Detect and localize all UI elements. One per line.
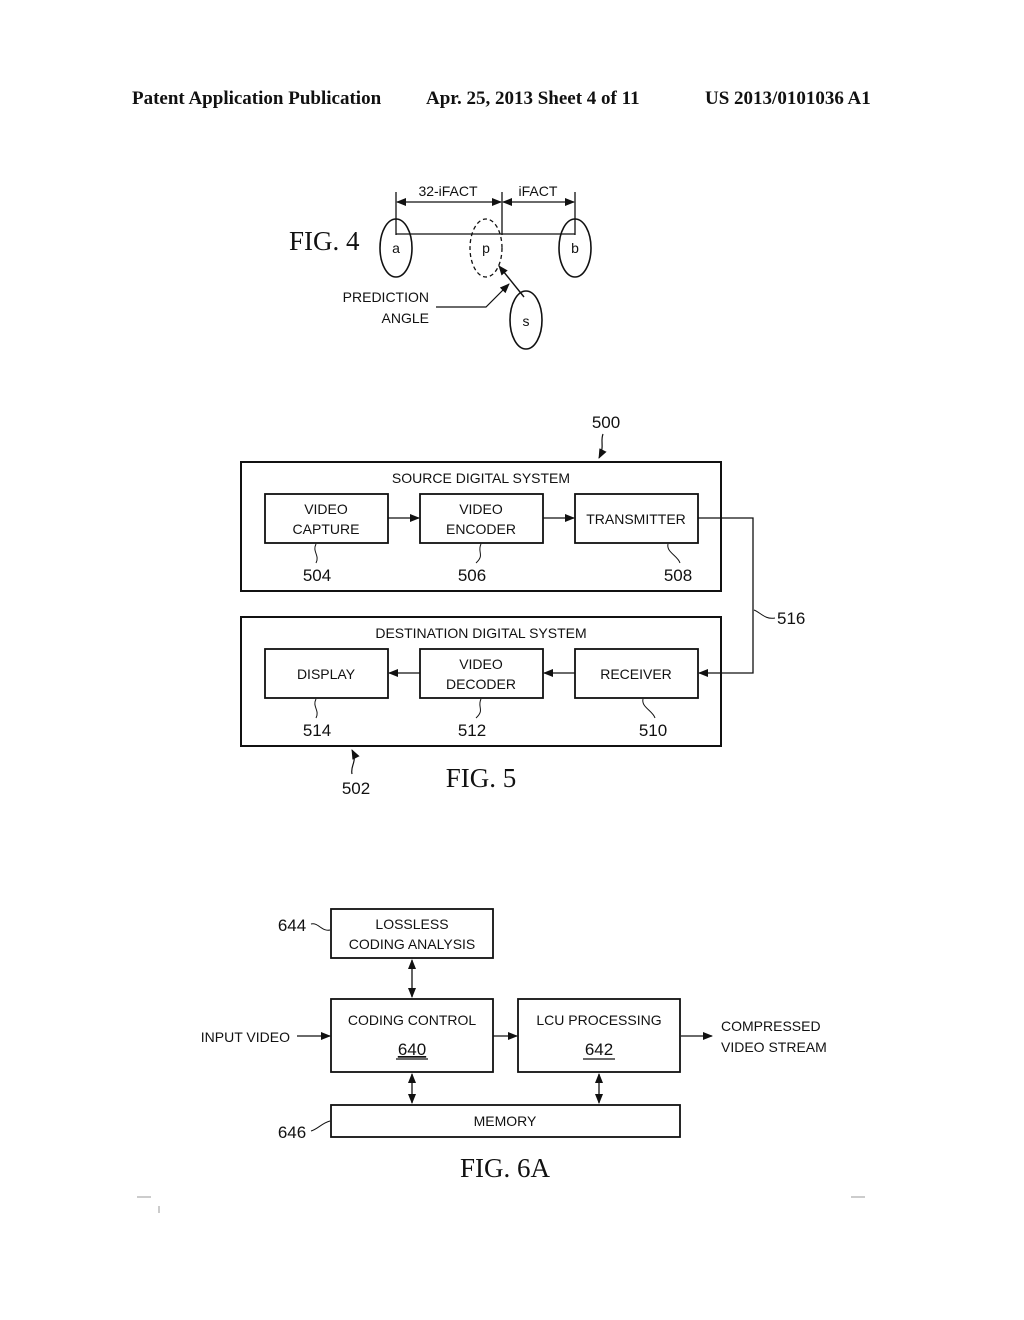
ref-514: 514 xyxy=(303,721,331,740)
ref-646-leader xyxy=(310,1120,331,1132)
ref-504-leader xyxy=(314,543,318,564)
lcu-processing-label: LCU PROCESSING xyxy=(536,1012,661,1028)
transmitter-label: TRANSMITTER xyxy=(586,511,686,527)
display-label: DISPLAY xyxy=(297,666,356,682)
video-capture-line1: VIDEO xyxy=(304,501,348,517)
prediction-angle-leader xyxy=(436,283,510,308)
coding-control-block xyxy=(330,998,494,1073)
pixel-s-label: s xyxy=(523,313,530,329)
ref-516-leader xyxy=(753,609,776,619)
ref-502-leader xyxy=(351,749,360,775)
ref-506: 506 xyxy=(458,566,486,585)
ref-516: 516 xyxy=(777,609,805,628)
fig6a-title: FIG. 6A xyxy=(460,1153,551,1183)
ref-646: 646 xyxy=(278,1123,306,1142)
lossless-line2: CODING ANALYSIS xyxy=(349,936,476,952)
output-line2: VIDEO STREAM xyxy=(721,1039,827,1055)
video-capture-line2: CAPTURE xyxy=(293,521,360,537)
destination-system-title: DESTINATION DIGITAL SYSTEM xyxy=(375,625,586,641)
ref-506-leader xyxy=(475,543,482,564)
video-encoder-line1: VIDEO xyxy=(459,501,503,517)
fig4-title: FIG. 4 xyxy=(289,226,360,256)
fig5-title: FIG. 5 xyxy=(446,763,517,793)
video-encoder-line2: ENCODER xyxy=(446,521,516,537)
ref-508: 508 xyxy=(664,566,692,585)
pixel-b-label: b xyxy=(571,240,579,256)
coding-control-label: CODING CONTROL xyxy=(348,1012,477,1028)
source-system-title: SOURCE DIGITAL SYSTEM xyxy=(392,470,570,486)
memory-label: MEMORY xyxy=(474,1113,537,1129)
lossless-line1: LOSSLESS xyxy=(375,916,448,932)
ref-504: 504 xyxy=(303,566,331,585)
ref-512-leader xyxy=(475,698,482,719)
dim-label-32-ifact: 32-iFACT xyxy=(418,183,478,199)
ref-502: 502 xyxy=(342,779,370,798)
lcu-processing-block xyxy=(517,998,681,1073)
fig6a: LOSSLESS CODING ANALYSIS 644 CODING CONT… xyxy=(201,908,827,1183)
ref-500-leader xyxy=(598,433,607,459)
transmission-link xyxy=(698,517,754,677)
ref-512: 512 xyxy=(458,721,486,740)
ref-510-leader xyxy=(642,698,656,719)
angle-label: ANGLE xyxy=(382,310,429,326)
video-decoder-line2: DECODER xyxy=(446,676,516,692)
output-line1: COMPRESSED xyxy=(721,1018,821,1034)
pixel-a-label: a xyxy=(392,240,400,256)
dim-label-ifact: iFACT xyxy=(519,183,558,199)
ref-508-leader xyxy=(667,543,681,564)
prediction-label: PREDICTION xyxy=(343,289,429,305)
receiver-label: RECEIVER xyxy=(600,666,672,682)
fig4: FIG. 4 32-iFACT iFACT a p b s PREDICTION… xyxy=(289,183,592,350)
ref-514-leader xyxy=(314,698,318,719)
input-video-label: INPUT VIDEO xyxy=(201,1029,290,1045)
ref-500: 500 xyxy=(592,413,620,432)
ref-510: 510 xyxy=(639,721,667,740)
fig5: 500 SOURCE DIGITAL SYSTEM VIDEO CAPTURE … xyxy=(240,413,805,798)
ref-640: 640 xyxy=(398,1040,426,1059)
video-decoder-line1: VIDEO xyxy=(459,656,503,672)
ref-642: 642 xyxy=(585,1040,613,1059)
ref-644: 644 xyxy=(278,916,306,935)
ref-644-leader xyxy=(310,923,331,931)
prediction-angle-arrow xyxy=(498,265,525,298)
pixel-p-label: p xyxy=(482,240,490,256)
drawing-sheet: FIG. 4 32-iFACT iFACT a p b s PREDICTION… xyxy=(137,183,865,1213)
